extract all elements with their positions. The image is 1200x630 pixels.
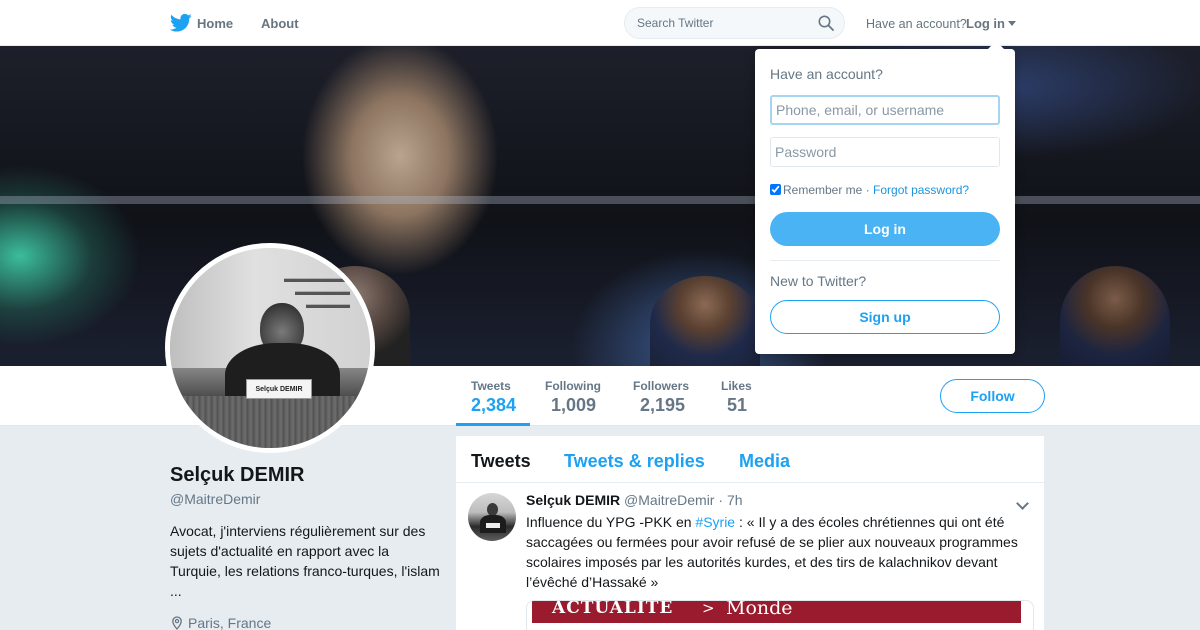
- login-button[interactable]: Log in: [770, 212, 1000, 246]
- active-stat-underline: [456, 423, 530, 426]
- timeline-tabs: Tweets Tweets & replies Media: [456, 436, 1044, 483]
- tweet-author-avatar[interactable]: [468, 493, 516, 541]
- stat-label: Followers: [633, 379, 690, 393]
- avatar-decor: [170, 396, 370, 448]
- hashtag-link[interactable]: #Syrie: [695, 514, 735, 530]
- tweet-link-card[interactable]: ACTUALITE > Monde: [526, 600, 1034, 630]
- tweet-timestamp[interactable]: 7h: [727, 492, 743, 508]
- tweet-author-handle[interactable]: @MaitreDemir: [624, 492, 714, 508]
- username-field[interactable]: [770, 95, 1000, 125]
- tab-tweets[interactable]: Tweets: [471, 451, 531, 472]
- card-kicker: ACTUALITE: [552, 600, 674, 618]
- tweet-header: Selçuk DEMIR @MaitreDemir · 7h: [526, 492, 743, 508]
- twitter-bird-icon[interactable]: [170, 13, 192, 33]
- card-section: Monde: [726, 600, 793, 619]
- tweet-text-part: Influence du YPG -PKK en: [526, 514, 696, 530]
- avatar-nameplate: Selçuk DEMIR: [246, 379, 312, 399]
- dropdown-divider: [770, 260, 1000, 261]
- stat-value: 1,009: [551, 395, 597, 415]
- remember-me-label[interactable]: Remember me: [783, 183, 862, 197]
- stat-following[interactable]: Following 1,009: [545, 379, 601, 416]
- dropdown-arrow: [988, 41, 1004, 49]
- top-navigation-bar: Home About Have an account? Log in: [0, 0, 1200, 46]
- stat-value: 2,195: [640, 395, 686, 415]
- profile-handle[interactable]: @MaitreDemir: [170, 491, 260, 507]
- login-dropdown: Have an account? Remember me · Forgot pa…: [755, 49, 1015, 354]
- avatar-decor: [486, 523, 500, 528]
- nav-home-link[interactable]: Home: [197, 16, 233, 31]
- stat-value: 51: [727, 395, 748, 415]
- dropdown-title: Have an account?: [770, 66, 883, 82]
- have-account-text: Have an account?: [866, 17, 967, 31]
- stat-likes[interactable]: Likes 51: [721, 379, 752, 416]
- profile-name[interactable]: Selçuk DEMIR: [170, 464, 304, 487]
- tweet-separator: ·: [718, 492, 724, 508]
- tab-media[interactable]: Media: [739, 451, 790, 472]
- search-box: [624, 7, 845, 39]
- profile-location: Paris, France: [170, 615, 271, 630]
- stat-label: Following: [545, 379, 601, 393]
- new-to-twitter-text: New to Twitter?: [770, 273, 867, 289]
- follow-button[interactable]: Follow: [940, 379, 1045, 413]
- forgot-password-link[interactable]: Forgot password?: [873, 183, 969, 197]
- caret-down-icon[interactable]: [1008, 21, 1016, 26]
- profile-avatar[interactable]: ▬▬▬▬▬▬ ▬▬▬▬▬ ▬▬▬▬ Selçuk DEMIR: [165, 243, 375, 453]
- login-dropdown-toggle[interactable]: Log in: [966, 16, 1005, 31]
- tweet-author-name[interactable]: Selçuk DEMIR: [526, 492, 620, 508]
- banner-decor: [1060, 266, 1170, 366]
- stat-label: Tweets: [471, 379, 511, 393]
- search-input[interactable]: [625, 8, 805, 38]
- chevron-down-icon[interactable]: [1016, 497, 1029, 510]
- nav-about-link[interactable]: About: [261, 16, 299, 31]
- password-field[interactable]: [770, 137, 1000, 167]
- stat-tweets[interactable]: Tweets 2,384: [471, 379, 516, 416]
- banner-decor: [650, 276, 760, 366]
- signup-button[interactable]: Sign up: [770, 300, 1000, 334]
- avatar-decor: ▬▬▬▬▬▬ ▬▬▬▬▬ ▬▬▬▬: [284, 273, 350, 311]
- location-pin-icon: [172, 616, 182, 630]
- stat-label: Likes: [721, 379, 752, 393]
- remember-separator: ·: [865, 183, 870, 197]
- tweet-text: Influence du YPG -PKK en #Syrie : « Il y…: [526, 512, 1026, 592]
- remember-me-row: Remember me · Forgot password?: [770, 183, 969, 197]
- profile-bio: Avocat, j'interviens régulièrement sur d…: [170, 523, 440, 599]
- search-icon[interactable]: [818, 15, 834, 31]
- stat-value: 2,384: [471, 395, 517, 415]
- timeline: Tweets Tweets & replies Media Selçuk DEM…: [456, 436, 1044, 630]
- card-image-header: ACTUALITE > Monde: [532, 601, 1021, 623]
- location-text: Paris, France: [188, 615, 272, 630]
- tab-tweets-and-replies[interactable]: Tweets & replies: [564, 451, 705, 472]
- remember-me-checkbox[interactable]: [770, 184, 781, 195]
- stat-followers[interactable]: Followers 2,195: [633, 379, 689, 416]
- card-separator: >: [702, 600, 715, 617]
- tweet-item[interactable]: Selçuk DEMIR @MaitreDemir · 7h Influence…: [456, 483, 1044, 630]
- banner-decor: [0, 196, 1200, 204]
